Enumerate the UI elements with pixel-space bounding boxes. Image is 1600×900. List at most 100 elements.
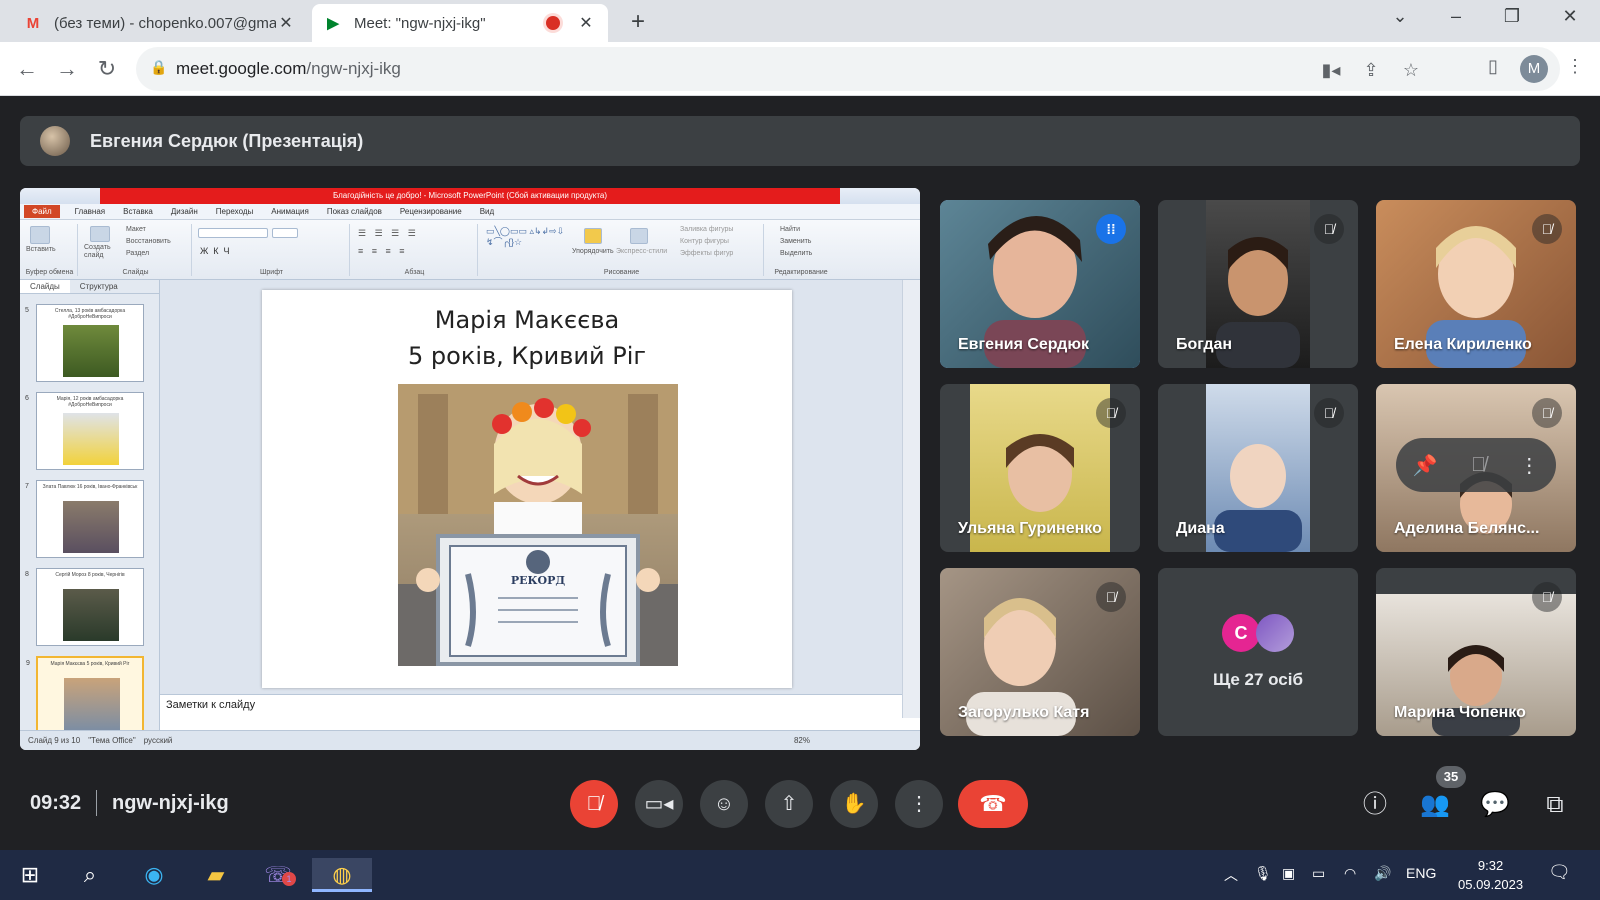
meeting-details-icon[interactable]: ⓘ xyxy=(1358,788,1392,822)
participant-name: Богдан xyxy=(1176,336,1233,353)
back-icon[interactable]: ← xyxy=(12,54,42,84)
minimize-icon[interactable]: – xyxy=(1436,6,1476,27)
participant-tile[interactable]: 🎙̸ Богдан xyxy=(1158,200,1358,368)
wifi-icon[interactable]: ◠ xyxy=(1344,865,1356,882)
chrome-icon[interactable]: ◍ xyxy=(312,858,372,892)
ribbon-group-label: Шрифт xyxy=(259,269,284,276)
tab-gmail[interactable]: M (без теми) - chopenko.007@gmail ✕ xyxy=(12,4,308,42)
url-path: /ngw-njxj-ikg xyxy=(306,59,401,78)
girl-with-certificate-image: РЕКОРД xyxy=(398,384,678,666)
pin-icon[interactable]: 📌 xyxy=(1413,453,1438,478)
presenter-banner: Евгения Сердюк (Презентація) xyxy=(20,116,1580,166)
thumb-photo xyxy=(64,678,120,730)
participant-tile[interactable]: 🎙̸ Марина Чопенко xyxy=(1376,568,1576,736)
tab-meet[interactable]: ▶ Meet: "ngw-njxj-ikg" ✕ xyxy=(312,4,608,42)
participant-tile-hovered[interactable]: 🎙̸ 📌 🎙̸ ⋮ Аделина Белянс... xyxy=(1376,384,1576,552)
avatar xyxy=(1256,614,1294,652)
meeting-clock: 09:32 xyxy=(30,792,82,814)
status-language: русский xyxy=(143,736,173,745)
system-clock[interactable]: 9:32 05.09.2023 xyxy=(1458,856,1523,894)
close-icon[interactable]: ✕ xyxy=(276,13,296,33)
windows-start-icon[interactable]: ⊞ xyxy=(8,858,52,892)
new-tab-button[interactable]: + xyxy=(624,8,652,36)
current-slide: Марія Макєєва 5 років, Кривий Ріг РЕКОРД xyxy=(262,290,792,688)
participant-tile[interactable]: 🎙̸ Ульяна Гуриненко xyxy=(940,384,1140,552)
ribbon-group-clipboard: Вставить Буфер обмена xyxy=(22,224,78,276)
status-theme: "Тема Office" xyxy=(88,736,136,745)
thumb-photo xyxy=(63,501,119,553)
mute-participant-icon[interactable]: 🎙̸ xyxy=(1471,454,1486,477)
more-options-icon[interactable]: ⋮ xyxy=(1519,453,1539,478)
mic-off-icon: 🎙̸ xyxy=(1532,398,1562,428)
speaking-indicator-icon: ⁞⁞ xyxy=(1096,214,1126,244)
slide-title-subtitle: 5 років, Кривий Ріг xyxy=(408,342,646,370)
ppt-tab-home: Главная xyxy=(74,207,106,216)
side-panel-icon[interactable]: ▯ xyxy=(1480,56,1506,77)
window-close-icon[interactable]: ✕ xyxy=(1550,6,1590,27)
notifications-icon[interactable]: 🗨 xyxy=(1548,862,1571,883)
display-tray-icon[interactable]: ▣ xyxy=(1282,865,1295,882)
more-participants-avatars: С xyxy=(1222,614,1294,652)
ppt-status-bar: Слайд 9 из 10 "Тема Office" русский 82% xyxy=(20,730,920,750)
volume-icon[interactable]: 🔊 xyxy=(1374,865,1391,882)
slide-title-name: Марія Макєєва xyxy=(434,306,620,334)
effects-label: Эффекты фигур xyxy=(680,250,734,257)
tab-search-icon[interactable]: ⌄ xyxy=(1380,6,1420,27)
microphone-tray-icon[interactable]: 🎙 xyxy=(1254,865,1272,882)
participant-name: Евгения Сердюк xyxy=(958,336,1090,353)
browser-menu-icon[interactable]: ⋮ xyxy=(1562,56,1588,77)
more-options-button[interactable]: ⋮ xyxy=(895,780,943,828)
mic-toggle-button[interactable]: 🎙̸ xyxy=(570,780,618,828)
font-size-box xyxy=(272,228,298,238)
tab-title: Meet: "ngw-njxj-ikg" xyxy=(354,14,486,32)
align-icons: ≡ ≡ ≡ ≡ xyxy=(358,246,408,256)
ppt-ribbon: Вставить Буфер обмена Создать слайд Маке… xyxy=(20,220,920,280)
meeting-code: ngw-njxj-ikg xyxy=(112,792,229,814)
meet-icon: ▶ xyxy=(327,15,339,32)
reload-icon[interactable]: ↻ xyxy=(92,54,122,84)
participant-tile[interactable]: ⁞⁞ Евгения Сердюк xyxy=(940,200,1140,368)
present-screen-button[interactable]: ⇧ xyxy=(765,780,813,828)
ppt-ribbon-tabs: Файл Главная Вставка Дизайн Переходы Ани… xyxy=(20,204,920,220)
share-icon[interactable]: ⇪ xyxy=(1358,60,1384,81)
camera-toggle-button[interactable]: ▭◂ xyxy=(635,780,683,828)
people-icon[interactable]: 👥 xyxy=(1418,788,1452,822)
font-name-box xyxy=(198,228,268,238)
participant-tile[interactable]: 🎙̸ Диана xyxy=(1158,384,1358,552)
ppt-slides-panel: Слайды Структура 5 Стелла, 13 років амба… xyxy=(20,280,160,734)
ppt-canvas: Марія Макєєва 5 років, Кривий Ріг РЕКОРД xyxy=(160,280,902,694)
mic-off-icon: 🎙̸ xyxy=(1096,398,1126,428)
certificate-word: РЕКОРД xyxy=(511,574,566,587)
participant-tile[interactable]: 🎙̸ Елена Кириленко xyxy=(1376,200,1576,368)
participant-tile[interactable]: 🎙̸ Загорулько Катя xyxy=(940,568,1140,736)
leave-call-button[interactable]: ☎ xyxy=(958,780,1028,828)
bookmark-star-icon[interactable]: ☆ xyxy=(1398,60,1424,81)
language-indicator[interactable]: ENG xyxy=(1406,865,1436,881)
divider xyxy=(96,790,97,816)
reactions-button[interactable]: ☺ xyxy=(700,780,748,828)
restore-icon[interactable]: ❐ xyxy=(1492,6,1532,27)
edge-icon[interactable]: ◉ xyxy=(132,858,176,892)
chat-icon[interactable]: 💬 xyxy=(1478,788,1512,822)
system-date: 05.09.2023 xyxy=(1458,877,1524,892)
layout-label: Макет xyxy=(126,226,146,233)
battery-icon[interactable]: ▭ xyxy=(1312,865,1325,882)
ribbon-group-paragraph: ☰ ☰ ☰ ☰ ≡ ≡ ≡ ≡ Абзац xyxy=(352,224,478,276)
activities-icon[interactable]: ⧉ xyxy=(1538,788,1572,822)
file-explorer-icon[interactable]: ▰ xyxy=(194,858,238,892)
profile-avatar[interactable]: M xyxy=(1520,55,1548,83)
tray-chevron-icon[interactable]: ︿ xyxy=(1224,865,1238,885)
more-participants-tile[interactable]: С Ще 27 осіб xyxy=(1158,568,1358,736)
search-icon[interactable]: ⌕ xyxy=(68,858,112,892)
thumb-text: Марія, 12 років амбасадорка #ДоброНеВипр… xyxy=(56,396,124,408)
close-icon[interactable]: ✕ xyxy=(576,13,596,33)
thumb-text: Сергій Мороз 8 років, Чернігів xyxy=(55,572,125,578)
new-slide-label: Создать слайд xyxy=(84,244,111,259)
viber-icon[interactable]: ☏ 1 xyxy=(256,858,300,892)
notes-pane: Заметки к слайду xyxy=(160,694,902,718)
raise-hand-button[interactable]: ✋ xyxy=(830,780,878,828)
camera-icon[interactable]: ▮◂ xyxy=(1318,60,1344,81)
forward-icon[interactable]: → xyxy=(52,54,82,84)
address-bar[interactable]: 🔒 meet.google.com/ngw-njxj-ikg ▮◂ ⇪ ☆ xyxy=(136,47,1560,91)
ppt-tab-file: Файл xyxy=(24,205,60,218)
